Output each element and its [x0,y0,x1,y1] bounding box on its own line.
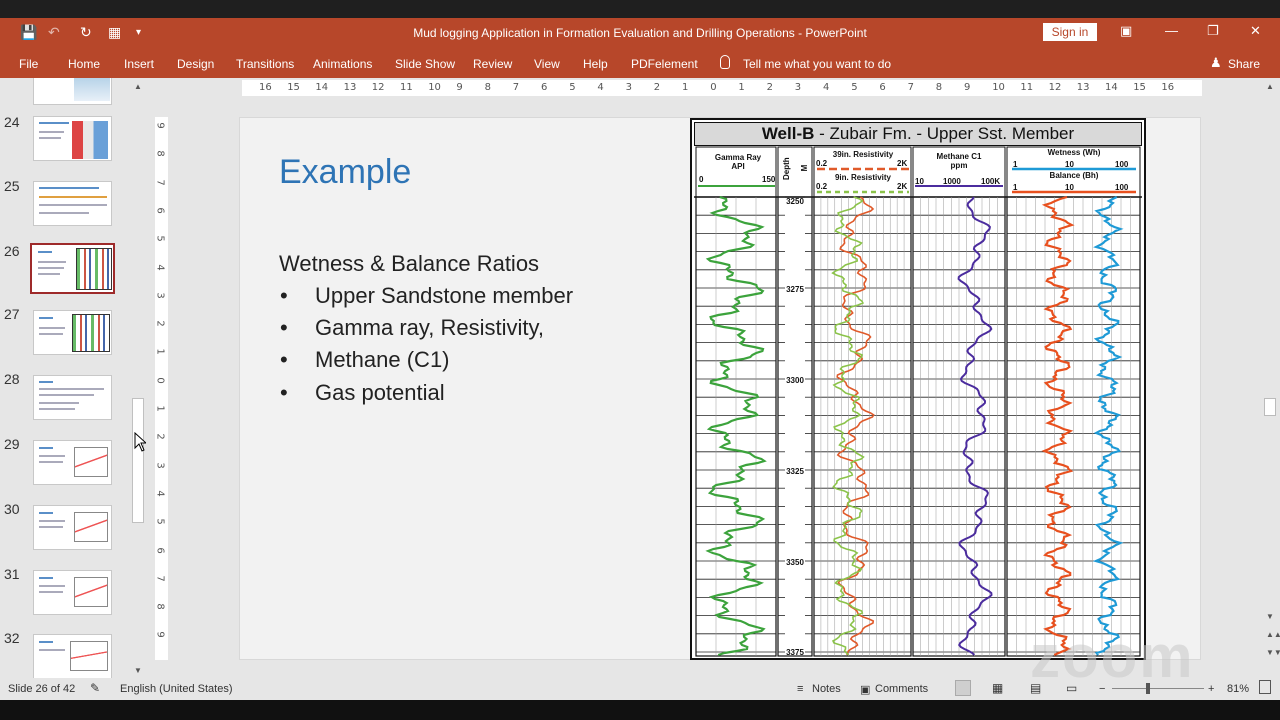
normal-view-icon[interactable] [955,680,971,696]
next-slide-icon[interactable]: ▼▼ [1266,648,1280,657]
zoom-out-icon[interactable]: − [1099,683,1105,695]
wetness-curve [1092,196,1124,656]
fit-to-window-icon[interactable] [1259,680,1271,694]
comments-icon: ▣ [860,684,871,696]
notes-button[interactable]: Notes [812,683,841,695]
slide-scrollbar-thumb[interactable] [1264,398,1276,416]
zoom-level[interactable]: 81% [1227,683,1249,695]
zoom-slider[interactable] [1112,688,1204,689]
zoom-slider-handle[interactable] [1146,683,1150,694]
reading-view-icon[interactable]: ▤ [1030,681,1041,695]
track-border [777,196,813,657]
track-header-border [1006,146,1141,198]
methane-curve [957,196,993,656]
language[interactable]: English (United States) [120,683,233,695]
screen-bottom-bar [0,700,1280,720]
slide-sorter-icon[interactable]: ▦ [992,681,1003,695]
notes-icon: ≡ [797,683,804,695]
track-header-border [813,146,912,198]
status-bar: Slide 26 of 42 ✎ English (United States)… [0,678,1280,700]
well-log-graphics [694,146,1142,657]
slide-counter: Slide 26 of 42 [8,683,76,695]
powerpoint-window: 💾 ↶ ↻ ▦ ▾ Mud logging Application in For… [0,0,1280,720]
comments-button[interactable]: Comments [875,683,928,695]
zoom-in-icon[interactable]: + [1208,683,1214,695]
previous-slide-icon[interactable]: ▲▲ [1266,630,1280,639]
spell-check-icon[interactable]: ✎ [90,681,100,695]
track-header-border [695,146,777,198]
track-header-border [912,146,1006,198]
slide-scrollbar[interactable] [1263,78,1277,678]
slide-show-icon[interactable]: ▭ [1066,681,1077,695]
track-header-border [777,146,813,198]
scroll-down-icon[interactable]: ▼ [1266,612,1274,621]
scroll-up-icon[interactable]: ▲ [1266,82,1274,91]
balance-curve [1041,195,1075,657]
